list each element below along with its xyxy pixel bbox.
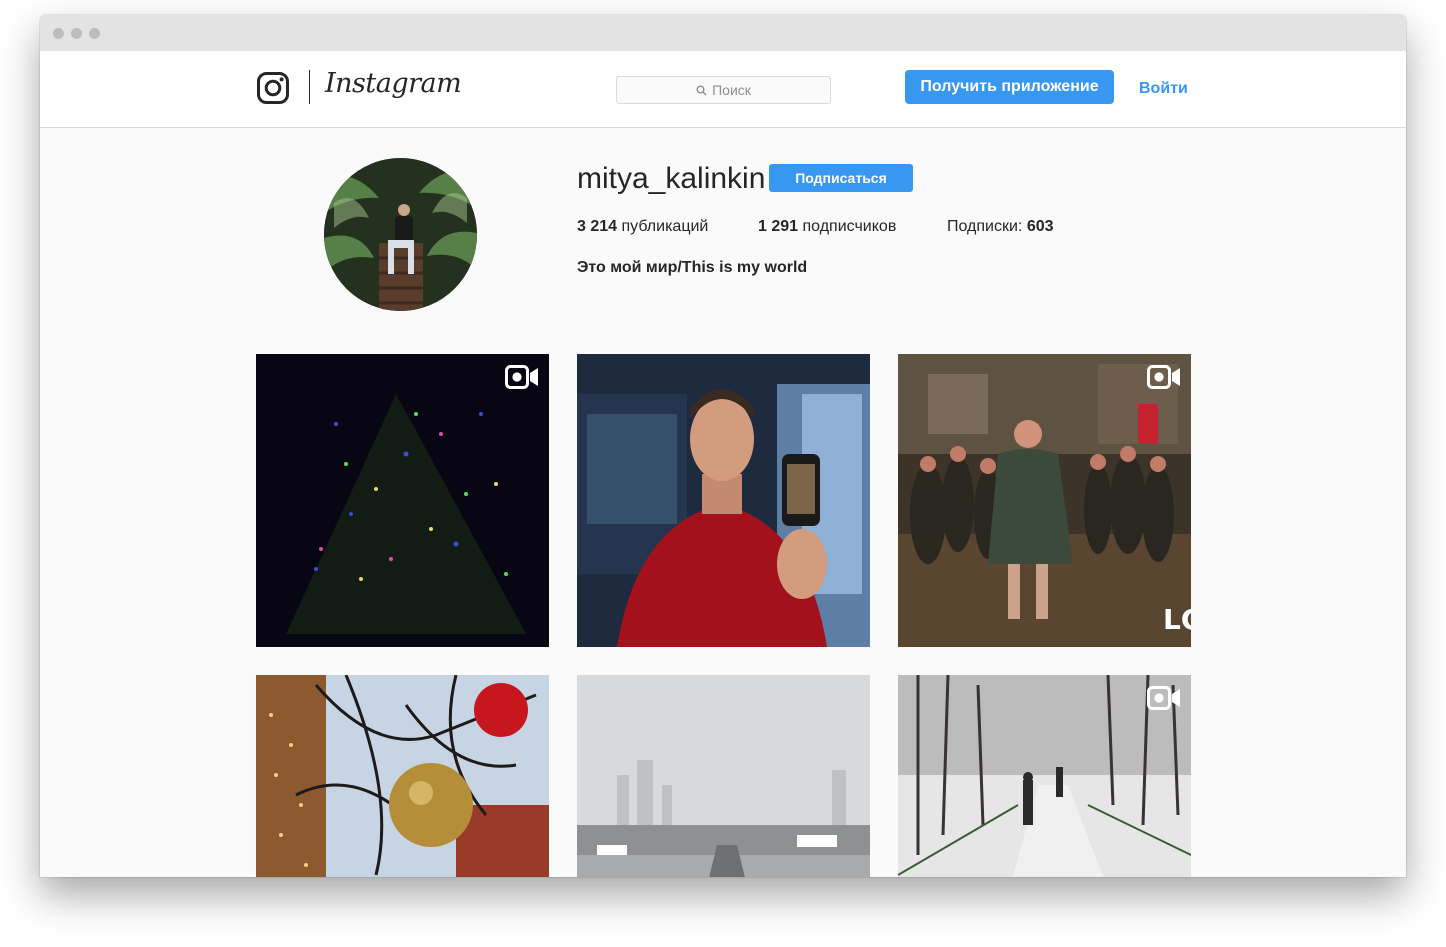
search-placeholder: Поиск (712, 82, 751, 98)
minimize-window-dot[interactable] (71, 28, 82, 39)
follow-button[interactable]: Подписаться (769, 164, 913, 192)
profile-username: mitya_kalinkin (577, 162, 766, 195)
search-input[interactable]: Поиск (616, 76, 831, 104)
instagram-wordmark[interactable]: Instagram (325, 68, 462, 99)
posts-count-value: 3 214 (577, 218, 618, 235)
profile-bio: Это мой мир/This is my world (577, 259, 808, 276)
video-camera-icon (1147, 686, 1180, 710)
instagram-camera-icon[interactable] (256, 71, 290, 105)
post-image-foggy-city (577, 675, 870, 877)
followers-count-label: подписчиков (802, 218, 897, 235)
post-tile[interactable] (577, 675, 870, 877)
video-camera-icon (1147, 365, 1180, 389)
top-navbar: Instagram Поиск Получить приложение Войт… (40, 51, 1406, 128)
followers-count[interactable]: 1 291 подписчиков (758, 218, 896, 236)
following-count[interactable]: Подписки: 603 (947, 218, 1054, 236)
nav-logo-divider (309, 70, 310, 104)
post-tile[interactable] (256, 675, 549, 877)
avatar-photo (324, 158, 477, 311)
post-tile[interactable] (898, 675, 1191, 877)
following-count-value: 603 (1026, 218, 1054, 235)
post-tile[interactable] (577, 354, 870, 647)
login-link[interactable]: Войти (1139, 80, 1188, 98)
followers-count-value: 1 291 (758, 218, 799, 235)
post-image-christmas-ornaments (256, 675, 549, 877)
posts-count: 3 214 публикаций (577, 218, 708, 236)
post-image-selfie (577, 354, 870, 647)
post-tile[interactable]: LC (898, 354, 1191, 647)
window-titlebar (40, 15, 1406, 51)
post-image-dance-scene: LC (898, 354, 1191, 647)
following-count-label: Подписки: (947, 218, 1023, 235)
get-app-button[interactable]: Получить приложение (905, 70, 1114, 104)
video-caption-overlay: LC (1163, 603, 1191, 636)
video-camera-icon (505, 365, 538, 389)
post-tile[interactable] (256, 354, 549, 647)
post-image-christmas-tree (256, 354, 549, 647)
posts-count-label: публикаций (621, 218, 709, 235)
search-icon (696, 85, 707, 95)
profile-avatar[interactable] (324, 158, 477, 311)
close-window-dot[interactable] (53, 28, 64, 39)
browser-window: Instagram Поиск Получить приложение Войт… (40, 15, 1406, 877)
zoom-window-dot[interactable] (89, 28, 100, 39)
